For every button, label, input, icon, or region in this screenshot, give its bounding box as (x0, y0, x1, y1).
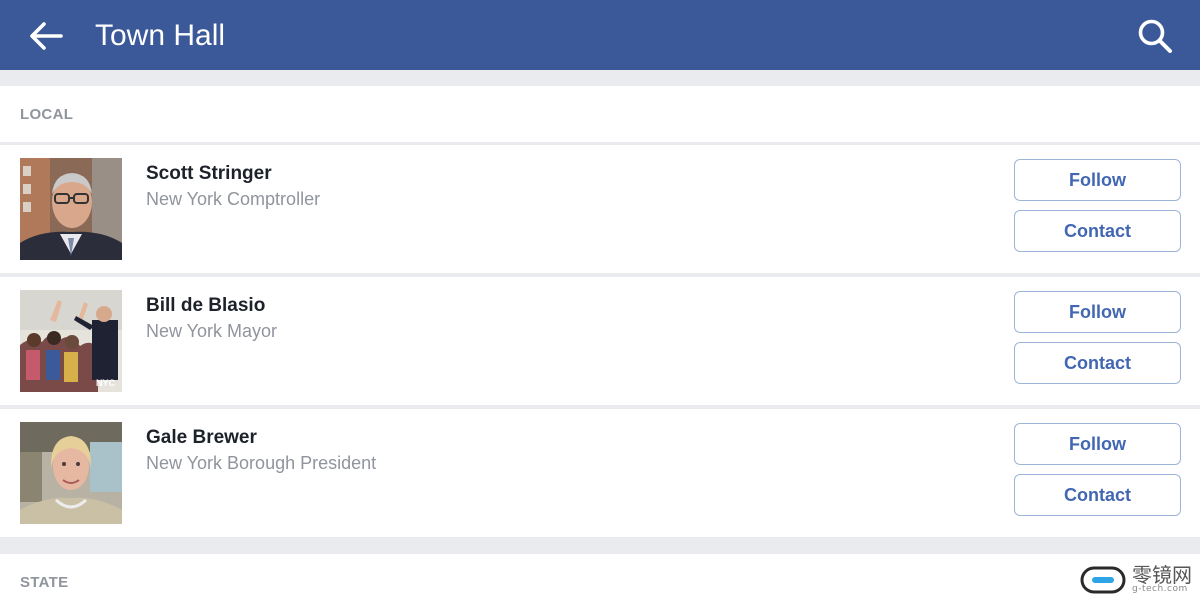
follow-button[interactable]: Follow (1014, 423, 1181, 465)
watermark-text: 零镜网 g-tech.com (1132, 565, 1192, 594)
section-header-state: STATE (0, 554, 1200, 598)
official-row-bill-de-blasio[interactable]: NYC Bill de Blasio New York Mayor Follow… (0, 277, 1200, 405)
search-button[interactable] (1130, 12, 1180, 60)
section-header-local: LOCAL (0, 86, 1200, 142)
official-role: New York Comptroller (146, 189, 321, 209)
search-icon (1138, 19, 1172, 53)
official-name[interactable]: Gale Brewer (146, 427, 257, 449)
official-photo[interactable] (20, 158, 122, 260)
watermark-sub-text: g-tech.com (1132, 584, 1188, 594)
svg-text:NYC: NYC (96, 378, 116, 388)
official-row-scott-stringer[interactable]: Scott Stringer New York Comptroller Foll… (0, 145, 1200, 273)
section-label-state: STATE (20, 574, 69, 591)
contact-button[interactable]: Contact (1014, 342, 1181, 384)
watermark: 零镜网 g-tech.com (1080, 565, 1192, 594)
official-role: New York Mayor (146, 321, 278, 341)
contact-button[interactable]: Contact (1014, 474, 1181, 516)
page-title: Town Hall (95, 19, 226, 52)
portrait-photo (20, 422, 122, 524)
official-role: New York Borough President (146, 453, 377, 473)
crowd-photo: NYC (20, 290, 122, 392)
follow-button[interactable]: Follow (1014, 159, 1181, 201)
official-name[interactable]: Bill de Blasio (146, 295, 265, 317)
official-photo[interactable] (20, 422, 122, 524)
contact-button[interactable]: Contact (1014, 210, 1181, 252)
follow-button[interactable]: Follow (1014, 291, 1181, 333)
town-hall-page: Town Hall LOCAL Scott Stringer New York … (0, 0, 1200, 598)
official-photo[interactable]: NYC (20, 290, 122, 392)
top-app-bar: Town Hall (0, 0, 1200, 70)
official-row-gale-brewer[interactable]: Gale Brewer New York Borough President F… (0, 409, 1200, 537)
watermark-logo-icon (1080, 566, 1126, 593)
back-button[interactable] (22, 14, 70, 58)
arrow-left-icon (30, 22, 63, 50)
section-label-local: LOCAL (20, 106, 74, 123)
official-name[interactable]: Scott Stringer (146, 163, 272, 185)
watermark-main-text: 零镜网 (1132, 563, 1192, 587)
portrait-photo (20, 158, 122, 260)
